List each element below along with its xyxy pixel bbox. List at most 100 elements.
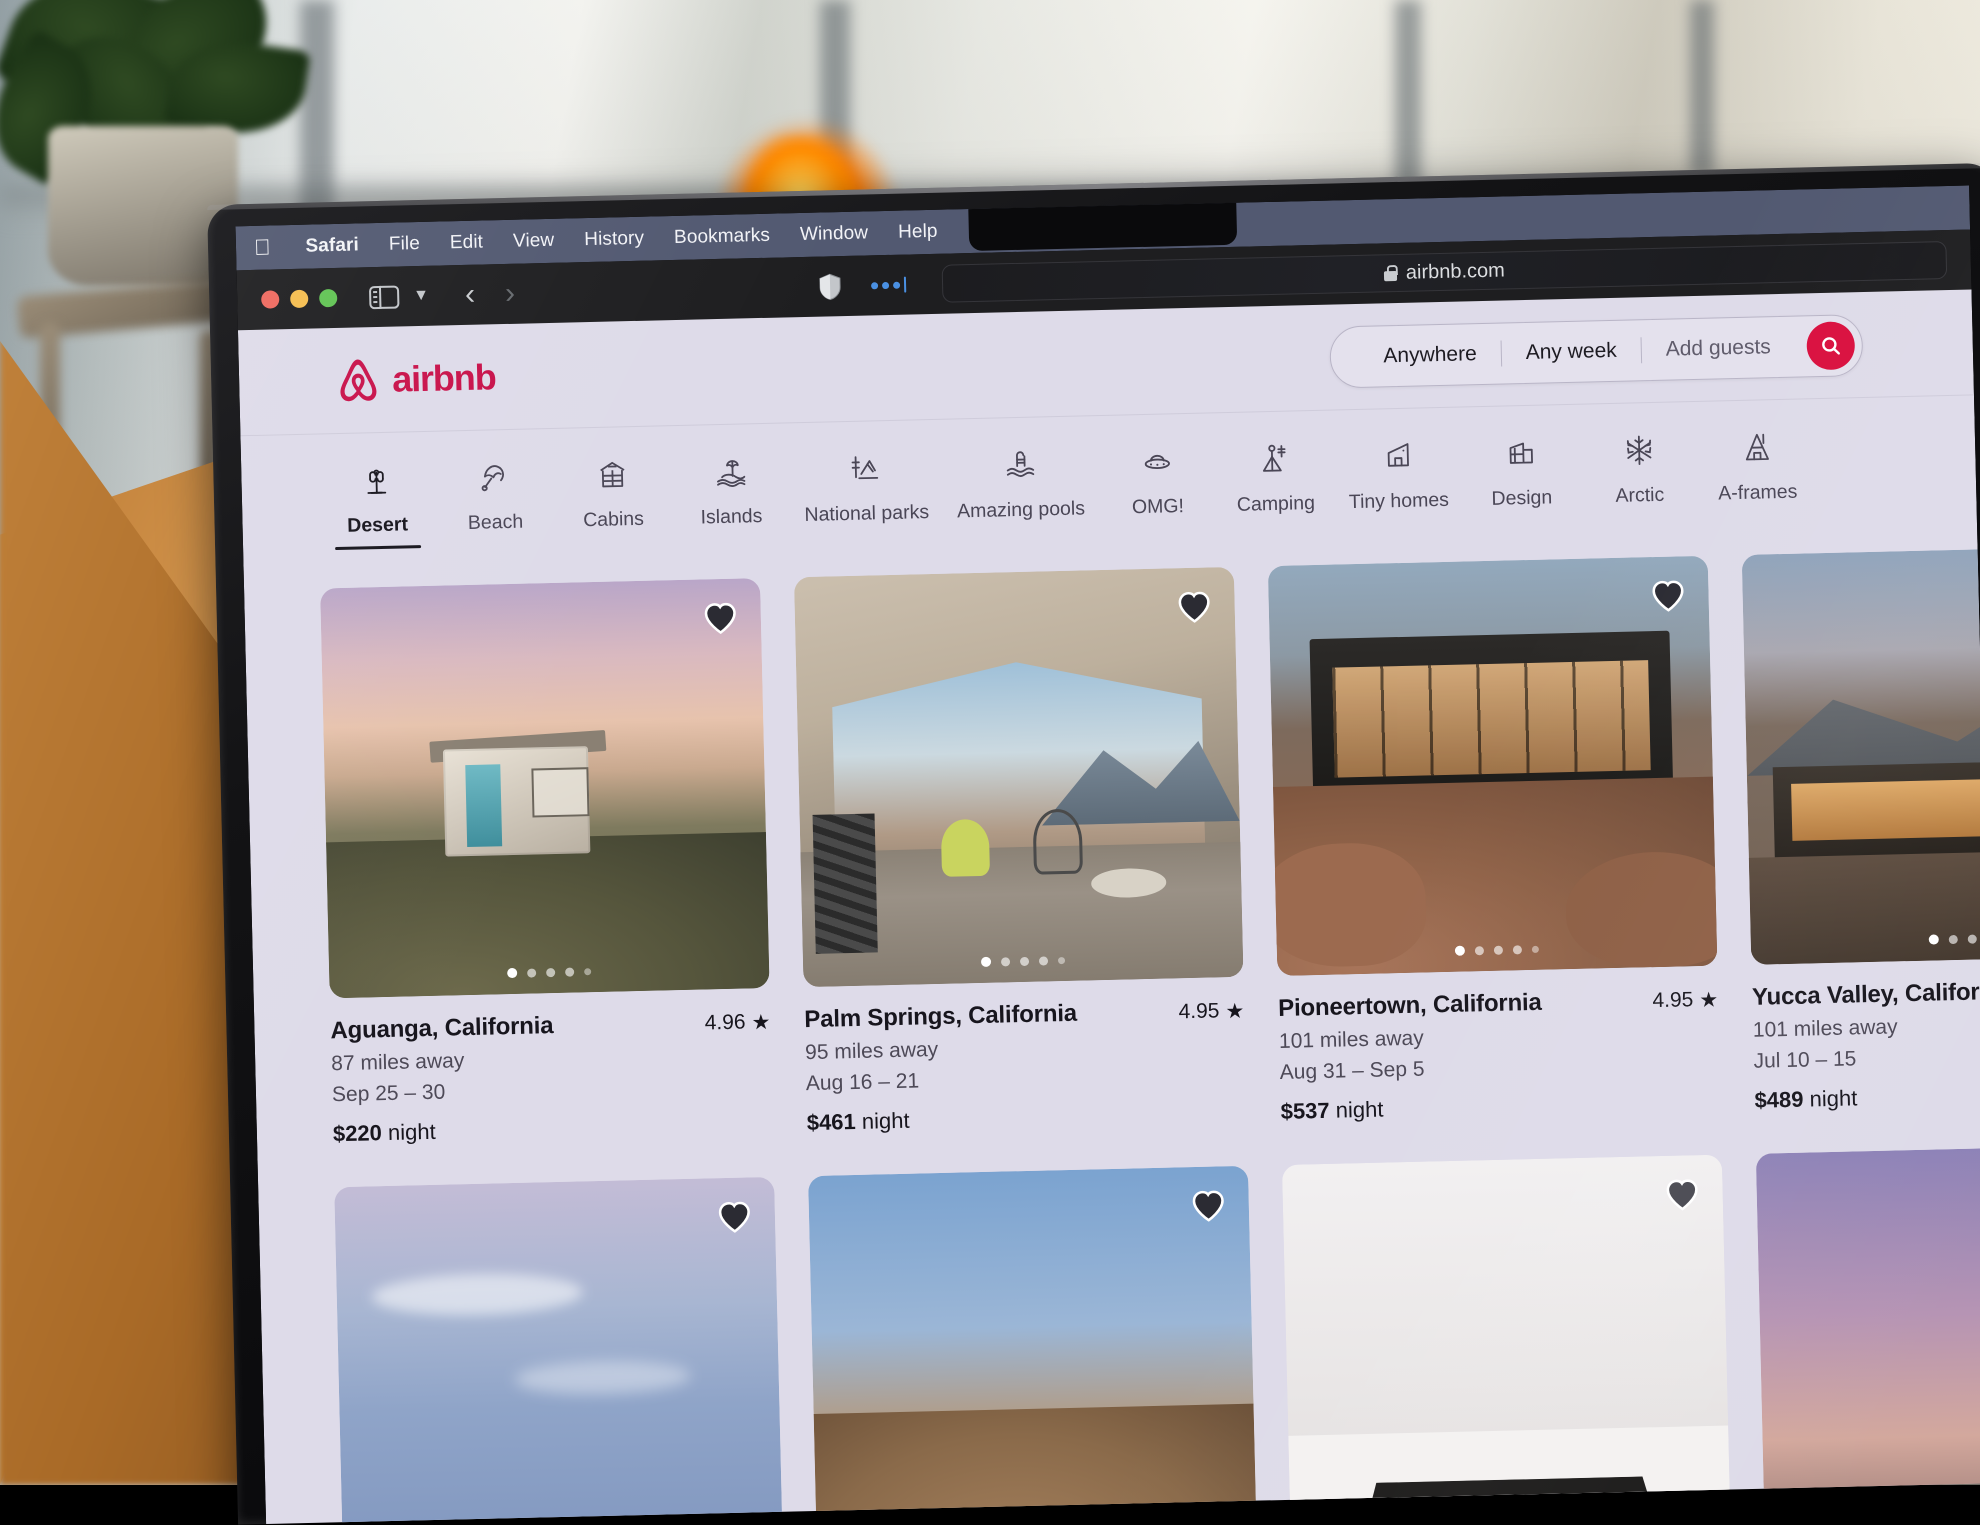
back-button[interactable]: ‹ — [465, 280, 476, 310]
listing-price-amount: $537 — [1280, 1098, 1330, 1124]
listing-distance: 101 miles away — [1753, 1008, 1980, 1042]
menu-item-edit[interactable]: Edit — [435, 231, 499, 254]
extension-dots-icon[interactable] — [871, 277, 906, 294]
category-islands[interactable]: Islands — [671, 445, 791, 530]
category-design[interactable]: Design — [1461, 427, 1581, 512]
close-window-button[interactable] — [261, 290, 279, 308]
category-national-parks[interactable]: National parks — [789, 442, 944, 528]
photo-carousel-dots[interactable] — [981, 955, 1065, 967]
search-submit-button[interactable] — [1806, 321, 1855, 370]
listing-card[interactable] — [808, 1166, 1258, 1524]
airbnb-page: airbnb Anywhere Any week Add guests — [238, 289, 1980, 1524]
beach-umbrella-icon — [477, 456, 512, 499]
heart-icon[interactable] — [1649, 578, 1687, 612]
photo-carousel-dots[interactable] — [507, 966, 591, 978]
listing-dates: Aug 16 – 21 — [806, 1062, 1246, 1096]
listing-price-unit: night — [382, 1119, 436, 1145]
listing-photo[interactable] — [320, 578, 770, 998]
category-omg[interactable]: OMG! — [1097, 435, 1217, 520]
listing-card[interactable] — [334, 1177, 784, 1524]
listing-title-row: Pioneertown, California 4.95 ★ — [1278, 985, 1719, 1023]
chevron-down-icon: ▼ — [413, 287, 429, 305]
heart-icon[interactable] — [716, 1199, 754, 1233]
cactus-icon — [359, 459, 394, 502]
header-spacer — [496, 357, 1331, 377]
heart-icon[interactable] — [1175, 589, 1213, 623]
zoom-window-button[interactable] — [319, 289, 337, 307]
listing-title-row: Palm Springs, California 4.95 ★ — [804, 996, 1245, 1034]
listing-card[interactable] — [1282, 1155, 1732, 1524]
listing-rating: 4.96 ★ — [704, 1009, 770, 1036]
menu-item-bookmarks[interactable]: Bookmarks — [659, 224, 785, 249]
listing-card[interactable]: Palm Springs, California 4.95 ★ 95 miles… — [794, 567, 1247, 1136]
listing-photo[interactable] — [334, 1177, 784, 1524]
sidebar-toggle-button[interactable] — [369, 285, 400, 309]
category-tiny-homes[interactable]: Tiny homes — [1333, 430, 1463, 515]
listing-card[interactable] — [1756, 1143, 1980, 1524]
sidebar-toggle-icon — [369, 285, 400, 309]
category-cabins[interactable]: Cabins — [553, 448, 673, 533]
heart-icon[interactable] — [1189, 1188, 1227, 1222]
listing-photo[interactable] — [1282, 1155, 1732, 1524]
photo-carousel-dots[interactable] — [1929, 933, 1980, 945]
menu-item-view[interactable]: View — [498, 229, 570, 253]
listing-card[interactable]: Yucca Valley, California 4.95 ★ 101 mile… — [1742, 545, 1980, 1114]
listing-dates: Jul 10 – 15 — [1753, 1039, 1980, 1073]
listing-price-unit: night — [1329, 1097, 1383, 1123]
search-when[interactable]: Any week — [1501, 338, 1641, 365]
airbnb-logo[interactable]: airbnb — [335, 352, 497, 406]
airbnb-wordmark: airbnb — [392, 356, 496, 400]
tab-overview-button[interactable]: ▼ — [413, 287, 429, 305]
tiny-house-icon — [1380, 435, 1415, 478]
search-guests[interactable]: Add guests — [1641, 334, 1795, 362]
category-camping[interactable]: Camping — [1215, 433, 1335, 518]
listing-dates: Aug 31 – Sep 5 — [1279, 1051, 1719, 1085]
rating-value: 4.95 — [1652, 988, 1693, 1013]
menu-item-safari[interactable]: Safari — [290, 234, 374, 258]
pool-waves-icon — [1002, 444, 1037, 487]
listing-price-amount: $220 — [333, 1120, 383, 1146]
menu-item-help[interactable]: Help — [883, 220, 953, 244]
menu-item-history[interactable]: History — [569, 227, 659, 251]
category-label: Camping — [1237, 492, 1316, 517]
listing-title: Palm Springs, California — [804, 1000, 1077, 1034]
listing-photo[interactable] — [808, 1166, 1258, 1524]
category-arctic[interactable]: Arctic — [1579, 424, 1699, 509]
listing-photo[interactable] — [1268, 556, 1718, 976]
url-text: airbnb.com — [1406, 259, 1505, 284]
category-beach[interactable]: Beach — [435, 451, 555, 536]
listing-title: Yucca Valley, California — [1752, 978, 1980, 1012]
search-where[interactable]: Anywhere — [1359, 341, 1501, 368]
menu-item-window[interactable]: Window — [785, 222, 884, 246]
category-desert[interactable]: Desert — [317, 454, 437, 539]
photo-carousel-dots[interactable] — [1455, 944, 1539, 956]
listing-card[interactable]: Aguanga, California 4.96 ★ 87 miles away… — [320, 578, 773, 1147]
apple-logo-icon[interactable]:  — [254, 237, 271, 259]
listing-price: $220 night — [333, 1111, 773, 1147]
category-label: Amazing pools — [957, 497, 1085, 523]
listing-price-unit: night — [1803, 1085, 1857, 1111]
star-icon: ★ — [751, 1009, 770, 1034]
listing-photo[interactable] — [1742, 545, 1980, 965]
menu-item-file[interactable]: File — [374, 233, 436, 256]
listing-distance: 101 miles away — [1279, 1020, 1719, 1054]
heart-icon[interactable] — [1663, 1177, 1701, 1211]
forward-arrow-icon: › — [505, 279, 516, 309]
listing-title: Aguanga, California — [330, 1012, 553, 1045]
lock-icon — [1384, 265, 1397, 281]
minimize-window-button[interactable] — [290, 290, 308, 308]
listing-card[interactable]: Pioneertown, California 4.95 ★ 101 miles… — [1268, 556, 1721, 1125]
design-building-icon — [1503, 432, 1538, 475]
listing-photo[interactable] — [794, 567, 1244, 987]
search-bar[interactable]: Anywhere Any week Add guests — [1330, 314, 1864, 389]
log-cabin-icon — [595, 453, 630, 496]
category-label: OMG! — [1132, 495, 1185, 519]
heart-icon[interactable] — [701, 601, 739, 635]
listing-photo[interactable] — [1756, 1143, 1980, 1524]
category-amazing-pools[interactable]: Amazing pools — [941, 438, 1099, 524]
forward-button[interactable]: › — [505, 279, 516, 309]
listings-grid-row-2 — [258, 1126, 1980, 1524]
category-label: Tiny homes — [1349, 489, 1450, 514]
category-a-frames[interactable]: A-frames — [1697, 421, 1817, 506]
privacy-shield-icon[interactable] — [819, 273, 842, 301]
